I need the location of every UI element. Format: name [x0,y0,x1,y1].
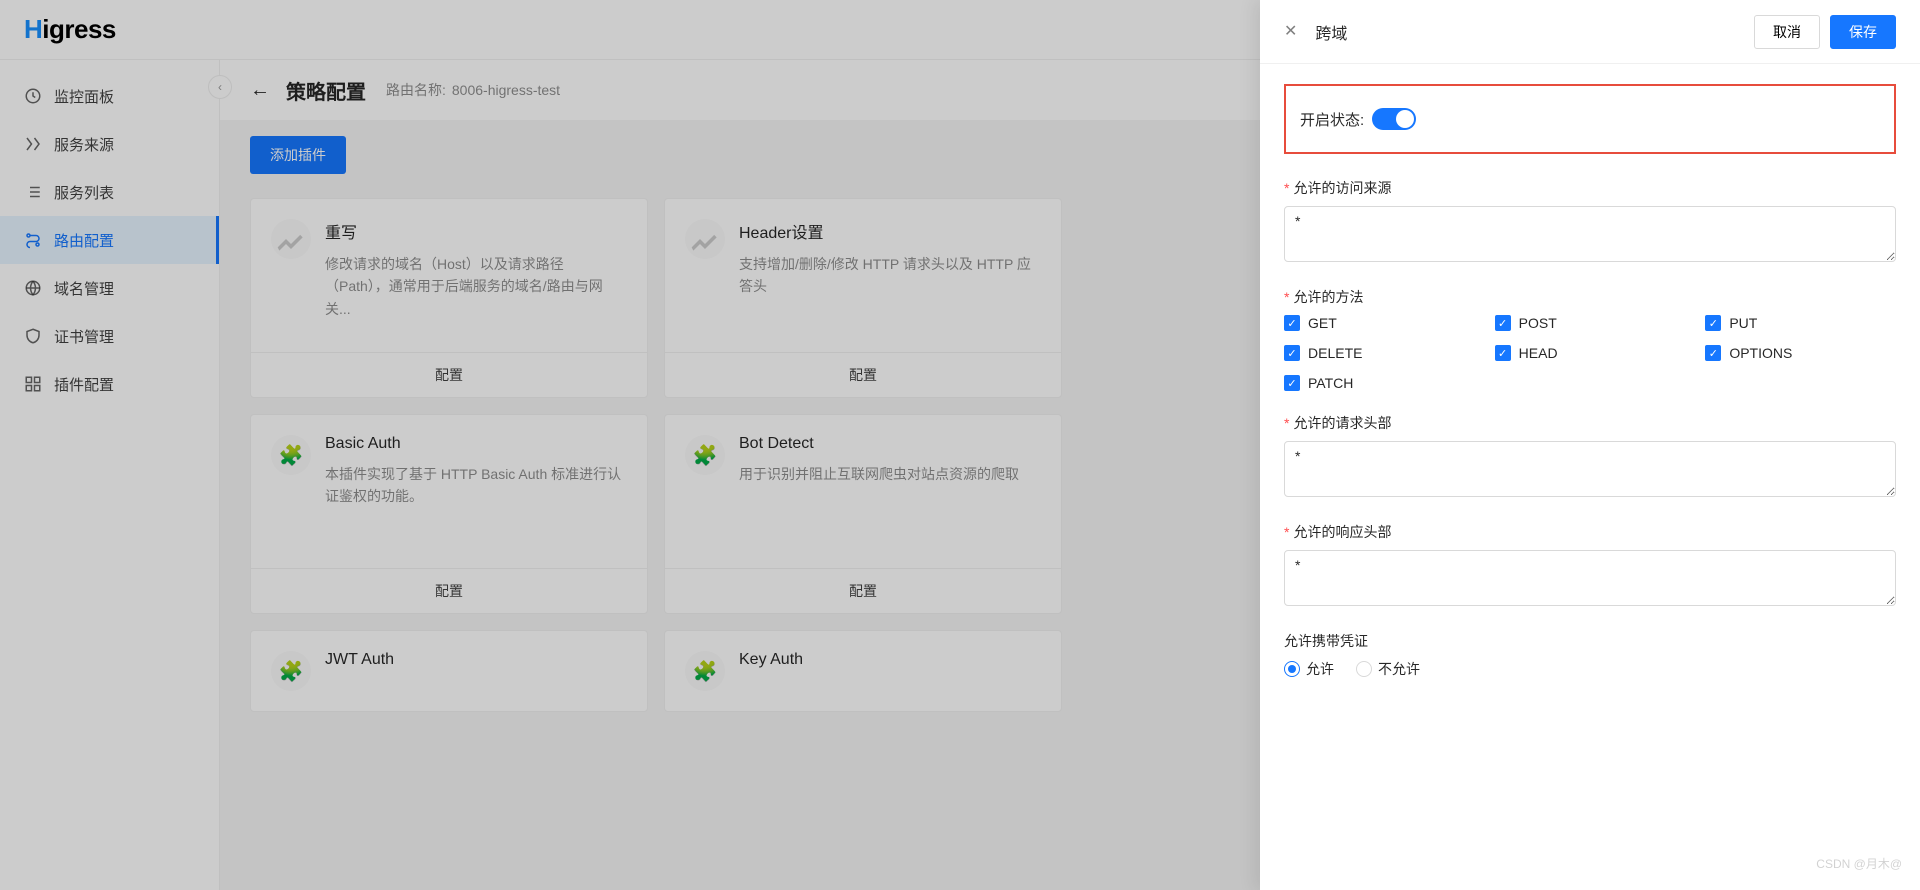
form-item-req-headers: *允许的请求头部 [1284,413,1896,500]
allow-credentials-label: 允许携带凭证 [1284,631,1896,651]
radio-icon [1284,661,1300,677]
checkbox-icon: ✓ [1284,345,1300,361]
checkbox-icon: ✓ [1495,315,1511,331]
allow-req-headers-input[interactable] [1284,441,1896,497]
drawer-body: 开启状态: *允许的访问来源 *允许的方法 ✓GET ✓POST ✓PUT ✓D… [1260,64,1920,890]
checkbox-icon: ✓ [1495,345,1511,361]
form-item-res-headers: *允许的响应头部 [1284,522,1896,609]
enable-status-label: 开启状态: [1300,109,1364,130]
checkbox-icon: ✓ [1284,315,1300,331]
radio-icon [1356,661,1372,677]
enable-switch[interactable] [1372,108,1416,130]
method-checkbox-post[interactable]: ✓POST [1495,315,1686,331]
method-checkbox-put[interactable]: ✓PUT [1705,315,1896,331]
method-checkbox-patch[interactable]: ✓PATCH [1284,375,1475,391]
credentials-radio-allow[interactable]: 允许 [1284,659,1334,679]
method-checkbox-get[interactable]: ✓GET [1284,315,1475,331]
cancel-button[interactable]: 取消 [1754,15,1820,49]
drawer-title: 跨域 [1315,20,1744,44]
checkbox-icon: ✓ [1705,315,1721,331]
allow-origin-label: *允许的访问来源 [1284,178,1896,198]
allow-methods-label: *允许的方法 [1284,287,1896,307]
save-button[interactable]: 保存 [1830,15,1896,49]
close-icon[interactable]: ✕ [1284,24,1297,40]
cors-drawer: ✕ 跨域 取消 保存 开启状态: *允许的访问来源 *允许的方法 ✓GET ✓P… [1260,0,1920,890]
switch-handle-icon [1396,110,1414,128]
method-checkbox-delete[interactable]: ✓DELETE [1284,345,1475,361]
form-item-methods: *允许的方法 ✓GET ✓POST ✓PUT ✓DELETE ✓HEAD ✓OP… [1284,287,1896,391]
allow-origin-input[interactable] [1284,206,1896,262]
allow-req-headers-label: *允许的请求头部 [1284,413,1896,433]
enable-status-box: 开启状态: [1284,84,1896,154]
drawer-header: ✕ 跨域 取消 保存 [1260,0,1920,64]
form-item-origin: *允许的访问来源 [1284,178,1896,265]
checkbox-icon: ✓ [1284,375,1300,391]
allow-res-headers-input[interactable] [1284,550,1896,606]
allow-res-headers-label: *允许的响应头部 [1284,522,1896,542]
watermark: CSDN @月木@ [1816,855,1902,872]
drawer-mask[interactable] [0,0,1260,890]
credentials-radio-deny[interactable]: 不允许 [1356,659,1420,679]
method-checkbox-head[interactable]: ✓HEAD [1495,345,1686,361]
checkbox-icon: ✓ [1705,345,1721,361]
form-item-credentials: 允许携带凭证 允许 不允许 [1284,631,1896,679]
method-checkbox-options[interactable]: ✓OPTIONS [1705,345,1896,361]
